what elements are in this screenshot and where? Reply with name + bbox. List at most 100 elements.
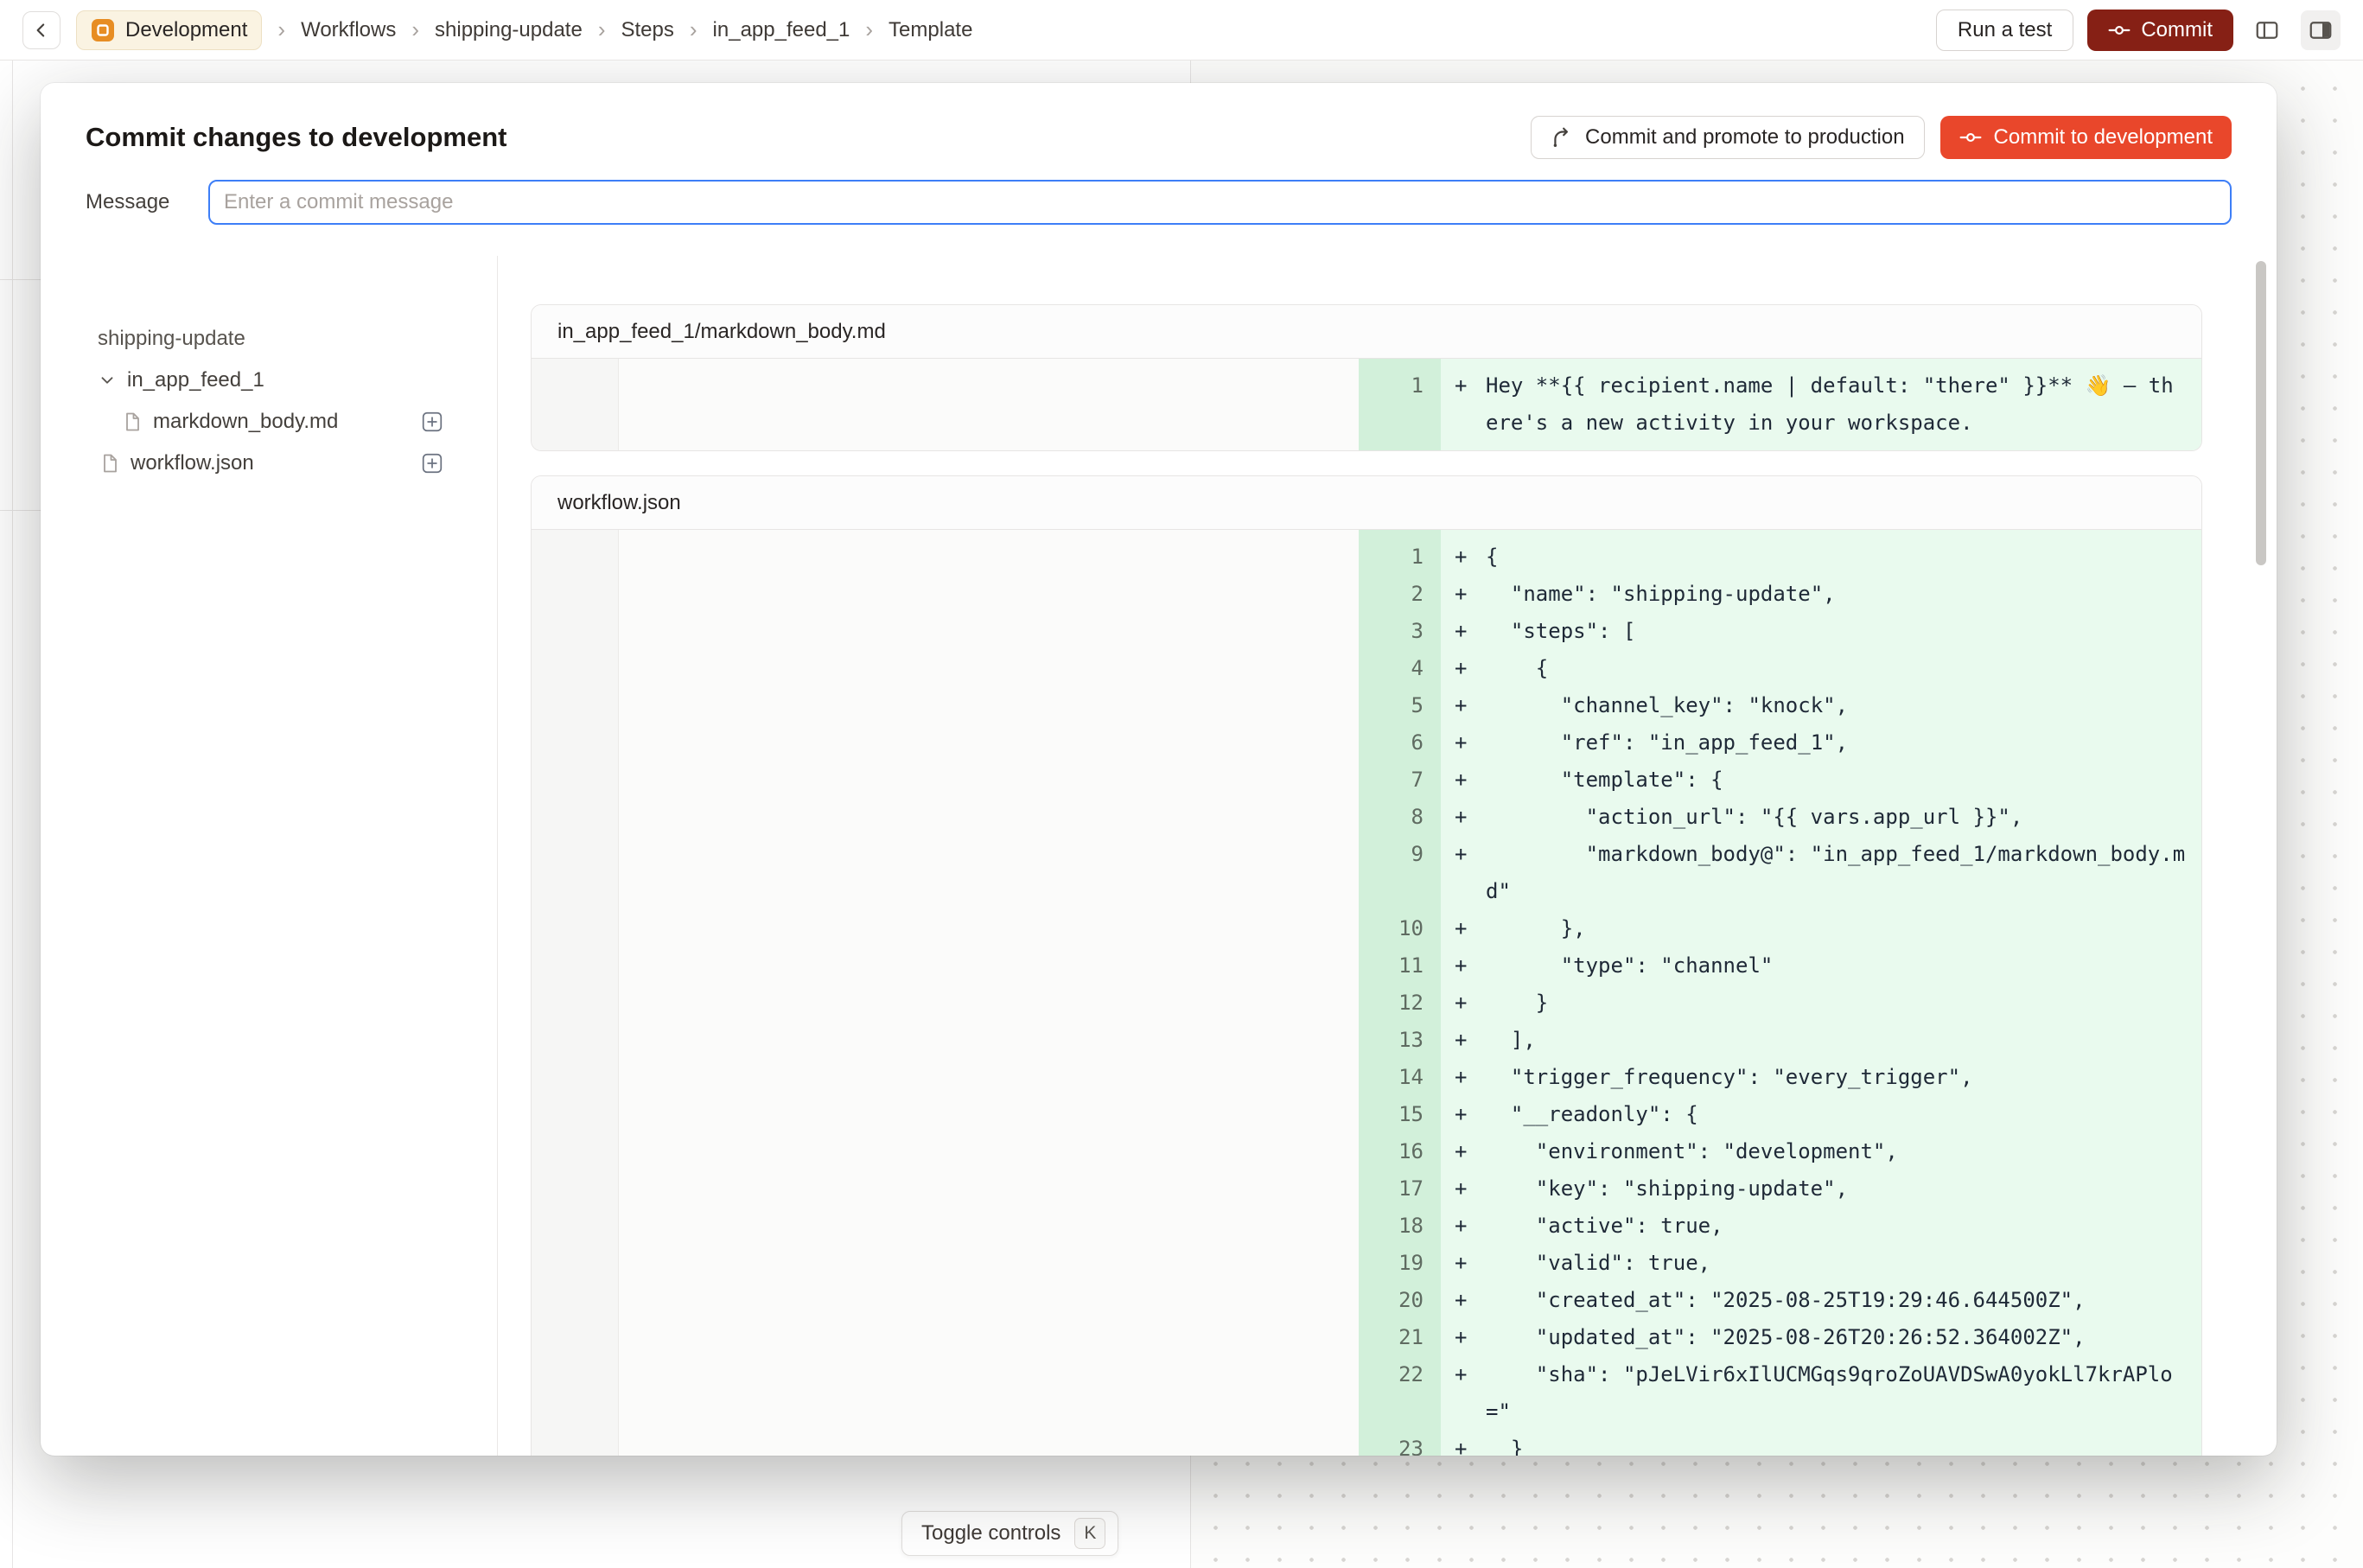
diff-old-content — [619, 1245, 1359, 1282]
breadcrumb-item-workflow-key[interactable]: shipping-update — [435, 18, 583, 42]
diff-added-sign: + — [1455, 1059, 1486, 1096]
diff-old-gutter — [532, 947, 619, 985]
diff-added-sign: + — [1455, 1282, 1486, 1319]
run-test-button[interactable]: Run a test — [1936, 10, 2073, 51]
diff-added-sign: + — [1455, 1096, 1486, 1133]
diff-line-number: 22 — [1359, 1356, 1441, 1431]
tree-file-workflow-json[interactable]: workflow.json — [98, 443, 443, 484]
commit-to-development-button[interactable]: Commit to development — [1940, 116, 2232, 159]
diff-line: 20+ "created_at": "2025-08-25T19:29:46.6… — [532, 1282, 2201, 1319]
diff-file-name: in_app_feed_1/markdown_body.md — [532, 305, 2201, 359]
diff-line-text: "markdown_body@": "in_app_feed_1/markdow… — [1486, 836, 2186, 910]
breadcrumb-item-workflows[interactable]: Workflows — [301, 18, 396, 42]
breadcrumb: › Workflows › shipping-update › Steps › … — [277, 16, 972, 43]
top-bar-actions: Run a test Commit — [1936, 10, 2341, 51]
diff-old-content — [619, 1059, 1359, 1096]
diff-added-sign: + — [1455, 836, 1486, 910]
diff-line: 7+ "template": { — [532, 762, 2201, 799]
diff-line-text: Hey **{{ recipient.name | default: "ther… — [1486, 367, 2186, 442]
diff-added-sign: + — [1455, 1208, 1486, 1245]
diff-line: 21+ "updated_at": "2025-08-26T20:26:52.3… — [532, 1319, 2201, 1356]
toggle-controls-button[interactable]: Toggle controls K — [901, 1511, 1118, 1556]
diff-body: 1+{2+ "name": "shipping-update",3+ "step… — [532, 530, 2201, 1456]
diff-old-content — [619, 1170, 1359, 1208]
diff-old-content — [619, 576, 1359, 613]
diff-old-gutter — [532, 367, 619, 442]
back-button[interactable] — [22, 11, 61, 49]
diff-new-content: + "ref": "in_app_feed_1", — [1441, 724, 2201, 762]
tree-file-markdown-body[interactable]: markdown_body.md — [98, 401, 443, 443]
diff-line-text: "__readonly": { — [1486, 1096, 2186, 1133]
breadcrumb-separator: › — [690, 16, 697, 43]
commit-and-promote-button[interactable]: Commit and promote to production — [1531, 116, 1925, 159]
tree-root-workflow: shipping-update — [98, 318, 443, 360]
diff-old-content — [619, 985, 1359, 1022]
top-bar: Development › Workflows › shipping-updat… — [0, 0, 2363, 61]
diff-new-content: + "trigger_frequency": "every_trigger", — [1441, 1059, 2201, 1096]
diff-added-sign: + — [1455, 613, 1486, 650]
diff-line: 17+ "key": "shipping-update", — [532, 1170, 2201, 1208]
commit-icon — [1959, 126, 1982, 149]
commit-button-label: Commit — [2141, 18, 2213, 42]
panel-right-icon — [2308, 17, 2334, 43]
diff-old-content — [619, 836, 1359, 910]
diff-new-content: + "active": true, — [1441, 1208, 2201, 1245]
diff-new-content: + } — [1441, 985, 2201, 1022]
diff-new-content: + "updated_at": "2025-08-26T20:26:52.364… — [1441, 1319, 2201, 1356]
diff-added-sign: + — [1455, 576, 1486, 613]
diff-old-gutter — [532, 1133, 619, 1170]
scrollbar-thumb[interactable] — [2256, 261, 2266, 565]
diff-new-content: + "environment": "development", — [1441, 1133, 2201, 1170]
diff-line: 4+ { — [532, 650, 2201, 687]
diff-line-number: 4 — [1359, 650, 1441, 687]
diff-list: in_app_feed_1/markdown_body.md1+Hey **{{… — [531, 304, 2202, 1456]
diff-line-text: "type": "channel" — [1486, 947, 2186, 985]
diff-old-content — [619, 910, 1359, 947]
diff-old-content — [619, 687, 1359, 724]
breadcrumb-separator: › — [598, 16, 606, 43]
breadcrumb-item-steps[interactable]: Steps — [621, 18, 674, 42]
diff-added-sign: + — [1455, 799, 1486, 836]
diff-line: 19+ "valid": true, — [532, 1245, 2201, 1282]
plus-square-icon — [421, 411, 443, 433]
diff-old-content — [619, 799, 1359, 836]
tree-file-label: markdown_body.md — [153, 410, 338, 434]
diff-new-content: + "type": "channel" — [1441, 947, 2201, 985]
diff-line: 5+ "channel_key": "knock", — [532, 687, 2201, 724]
diff-line-text: "name": "shipping-update", — [1486, 576, 2186, 613]
diff-line-text: ], — [1486, 1022, 2186, 1059]
diff-added-sign: + — [1455, 1431, 1486, 1456]
diff-line-text: "steps": [ — [1486, 613, 2186, 650]
breadcrumb-item-step-ref[interactable]: in_app_feed_1 — [713, 18, 850, 42]
diff-old-content — [619, 1022, 1359, 1059]
diff-spacer-row — [532, 530, 2201, 539]
diff-old-gutter — [532, 910, 619, 947]
diff-added-sign: + — [1455, 985, 1486, 1022]
commit-to-development-label: Commit to development — [1994, 125, 2213, 150]
diff-added-sign: + — [1455, 724, 1486, 762]
diff-old-gutter — [532, 1431, 619, 1456]
toggle-left-panel-button[interactable] — [2247, 10, 2287, 50]
environment-switcher[interactable]: Development — [76, 10, 262, 50]
commit-message-input[interactable] — [208, 180, 2232, 225]
commit-icon — [2108, 19, 2131, 41]
diff-added-sign: + — [1455, 1133, 1486, 1170]
diff-old-gutter — [532, 687, 619, 724]
environment-name: Development — [125, 18, 247, 42]
diff-added-sign: + — [1455, 539, 1486, 576]
diff-old-gutter — [532, 724, 619, 762]
breadcrumb-item-template[interactable]: Template — [889, 18, 972, 42]
tree-folder-in-app-feed[interactable]: in_app_feed_1 — [98, 360, 443, 401]
diff-added-sign: + — [1455, 947, 1486, 985]
diff-line-number: 21 — [1359, 1319, 1441, 1356]
commit-button[interactable]: Commit — [2087, 10, 2233, 51]
diff-line-number: 5 — [1359, 687, 1441, 724]
diff-line-text: { — [1486, 539, 2186, 576]
diff-added-sign: + — [1455, 1245, 1486, 1282]
toggle-right-panel-button[interactable] — [2301, 10, 2341, 50]
diff-line-number: 19 — [1359, 1245, 1441, 1282]
diff-line-text: "action_url": "{{ vars.app_url }}", — [1486, 799, 2186, 836]
diff-new-content: + "channel_key": "knock", — [1441, 687, 2201, 724]
diff-old-content — [619, 1133, 1359, 1170]
diff-new-content: + } — [1441, 1431, 2201, 1456]
